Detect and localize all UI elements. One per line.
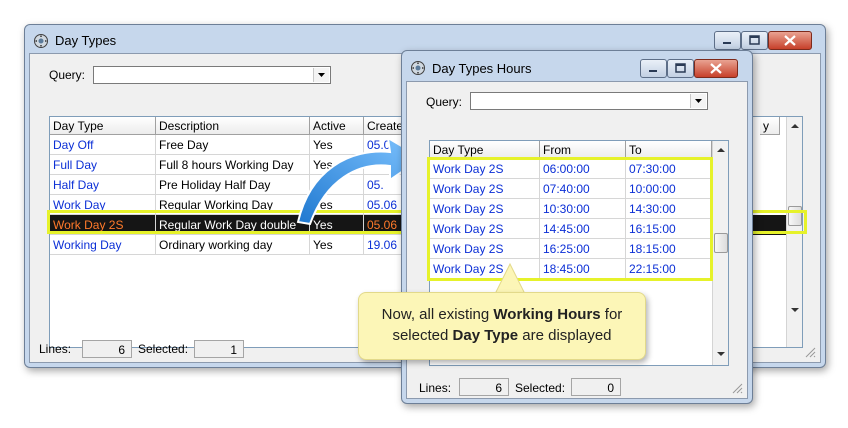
vertical-scrollbar[interactable]	[712, 141, 729, 365]
callout-pointer	[493, 262, 527, 296]
query-combo[interactable]	[93, 66, 331, 84]
query-dropdown-button[interactable]	[690, 94, 706, 108]
minimize-button[interactable]	[714, 31, 741, 50]
minimize-icon	[649, 70, 657, 72]
minimize-button[interactable]	[640, 59, 667, 78]
callout-bold-day-type: Day Type	[452, 327, 519, 344]
callout-note: Now, all existing Working Hours for sele…	[358, 292, 646, 360]
row-description[interactable]: Free Day	[156, 135, 310, 155]
lines-count: 6	[82, 340, 132, 358]
window-title: Day Types Hours	[432, 61, 532, 76]
callout-bold-working-hours: Working Hours	[493, 306, 601, 323]
callout-text-part1: Now, all existing	[381, 306, 494, 323]
resize-grip-icon[interactable]	[804, 346, 816, 358]
row-active[interactable]: Yes	[310, 235, 364, 255]
app-icon	[411, 61, 425, 75]
query-combo[interactable]	[470, 92, 708, 110]
row-day-type[interactable]: Half Day	[50, 175, 156, 195]
scroll-down-icon[interactable]	[713, 347, 729, 361]
column-header-description[interactable]: Description	[156, 117, 310, 135]
query-label: Query:	[426, 95, 463, 109]
column-header-day-type[interactable]: Day Type	[50, 117, 156, 135]
title-bar[interactable]: Day Types Hours	[402, 51, 752, 79]
row-day-type[interactable]: Full Day	[50, 155, 156, 175]
callout-text-part3: are displayed	[518, 327, 612, 344]
hours-rows-highlight	[427, 157, 713, 281]
column-header-extra[interactable]: y	[760, 117, 780, 135]
app-icon	[34, 34, 48, 48]
query-dropdown-button[interactable]	[313, 68, 329, 82]
row-day-type[interactable]: Working Day	[50, 235, 156, 255]
row-description[interactable]: Full 8 hours Working Day	[156, 155, 310, 175]
title-bar[interactable]: Day Types	[25, 25, 825, 53]
lines-label: Lines:	[39, 342, 72, 356]
lines-label: Lines:	[419, 381, 452, 395]
scroll-up-icon[interactable]	[713, 143, 729, 157]
close-icon	[784, 35, 796, 46]
selected-label: Selected:	[138, 342, 189, 356]
lines-count: 6	[459, 378, 509, 396]
maximize-icon	[675, 63, 686, 73]
scroll-up-icon[interactable]	[787, 119, 803, 133]
window-title: Day Types	[55, 33, 117, 48]
maximize-icon	[749, 35, 760, 45]
row-description[interactable]: Ordinary working day	[156, 235, 310, 255]
dropdown-arrow-icon	[695, 99, 702, 103]
close-button[interactable]	[694, 59, 738, 78]
minimize-icon	[723, 42, 731, 44]
row-day-type[interactable]: Day Off	[50, 135, 156, 155]
close-button[interactable]	[768, 31, 812, 50]
maximize-button[interactable]	[741, 31, 768, 50]
scroll-down-icon[interactable]	[787, 303, 803, 317]
close-icon	[710, 63, 722, 74]
selected-count: 1	[194, 340, 244, 358]
maximize-button[interactable]	[667, 59, 694, 78]
dropdown-arrow-icon	[318, 73, 325, 77]
selected-count: 0	[571, 378, 621, 396]
query-label: Query:	[49, 68, 86, 82]
resize-grip-icon[interactable]	[731, 382, 743, 394]
row-description[interactable]: Pre Holiday Half Day	[156, 175, 310, 195]
selected-label: Selected:	[515, 381, 566, 395]
scroll-thumb[interactable]	[714, 233, 728, 253]
